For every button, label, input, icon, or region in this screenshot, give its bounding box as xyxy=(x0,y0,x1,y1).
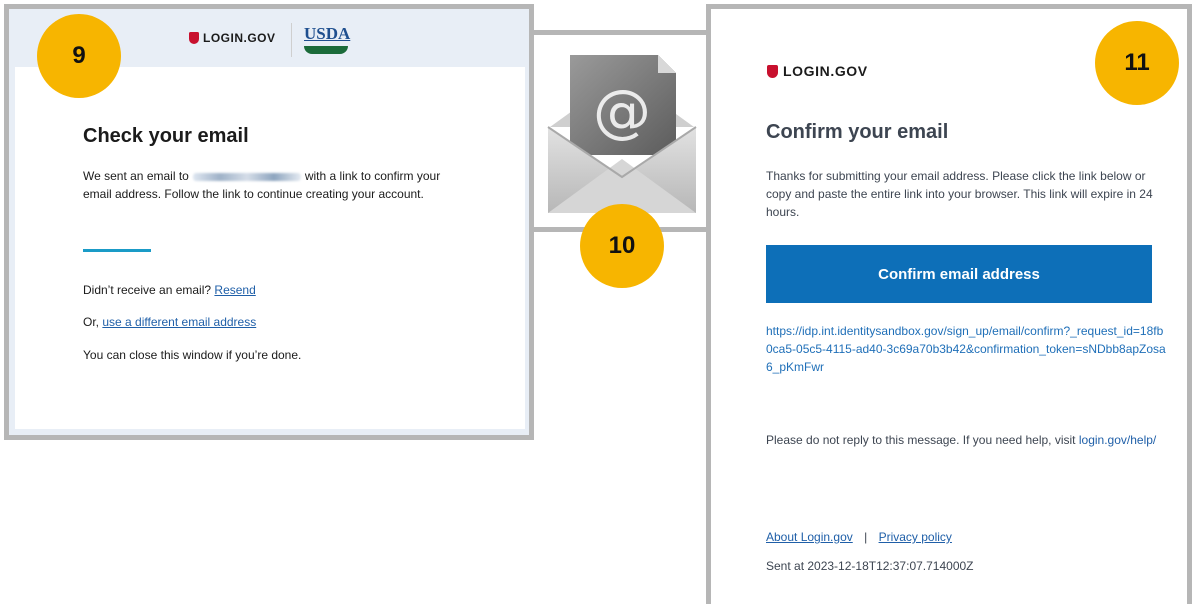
login-gov-logo: LOGIN.GOV xyxy=(189,31,276,45)
email-title: Confirm your email xyxy=(766,121,949,143)
email-envelope-icon: @ xyxy=(540,35,704,225)
email-body-text: Thanks for submitting your email address… xyxy=(766,169,1153,219)
footer-separator: | xyxy=(864,530,868,544)
privacy-policy-link[interactable]: Privacy policy xyxy=(879,530,952,544)
redacted-email-address xyxy=(192,172,301,181)
use-different-email-link[interactable]: use a different email address xyxy=(102,315,256,329)
noreply-text: Please do not reply to this message. If … xyxy=(766,433,1076,447)
noreply-text-block: Please do not reply to this message. If … xyxy=(766,431,1166,449)
confirm-url-link[interactable]: https://idp.int.identitysandbox.gov/sign… xyxy=(766,322,1166,376)
step-badge-10: 10 xyxy=(580,204,664,288)
help-link[interactable]: login.gov/help/ xyxy=(1079,433,1156,447)
close-window-text: You can close this window if you’re done… xyxy=(83,348,302,362)
sent-email-message: We sent an email to with a link to confir… xyxy=(83,167,463,203)
page-title: Check your email xyxy=(83,125,249,147)
usda-logo-text: USDA xyxy=(304,24,351,43)
login-gov-logo-text: LOGIN.GOV xyxy=(783,63,868,79)
accent-divider xyxy=(83,249,151,252)
confirm-email-button[interactable]: Confirm email address xyxy=(766,245,1152,303)
svg-text:@: @ xyxy=(593,77,651,145)
login-gov-logo: LOGIN.GOV xyxy=(767,63,868,79)
confirm-email-panel: LOGIN.GOV Confirm your email Thanks for … xyxy=(706,4,1192,604)
shield-icon xyxy=(767,64,778,78)
sent-email-text-start: We sent an email to xyxy=(83,169,189,183)
logo-divider xyxy=(291,23,292,57)
login-gov-logo-text: LOGIN.GOV xyxy=(203,31,276,45)
different-email-row: Or, use a different email address xyxy=(83,315,256,329)
email-footer-links: About Login.gov | Privacy policy xyxy=(766,530,952,544)
step-badge-9: 9 xyxy=(37,14,121,98)
didnt-receive-text: Didn’t receive an email? xyxy=(83,283,212,297)
resend-link[interactable]: Resend xyxy=(214,283,255,297)
resend-row: Didn’t receive an email? Resend xyxy=(83,283,256,297)
usda-logo-mark xyxy=(304,46,348,54)
step-badge-11: 11 xyxy=(1095,21,1179,105)
shield-icon xyxy=(189,32,199,44)
sent-timestamp: Sent at 2023-12-18T12:37:07.714000Z xyxy=(766,559,974,573)
check-email-card: Check your email We sent an email to with… xyxy=(15,67,525,429)
check-email-panel: LOGIN.GOV USDA Check your email We sent … xyxy=(4,4,534,440)
usda-logo: USDA xyxy=(304,24,351,59)
about-login-gov-link[interactable]: About Login.gov xyxy=(766,530,853,544)
or-text: Or, xyxy=(83,315,100,329)
